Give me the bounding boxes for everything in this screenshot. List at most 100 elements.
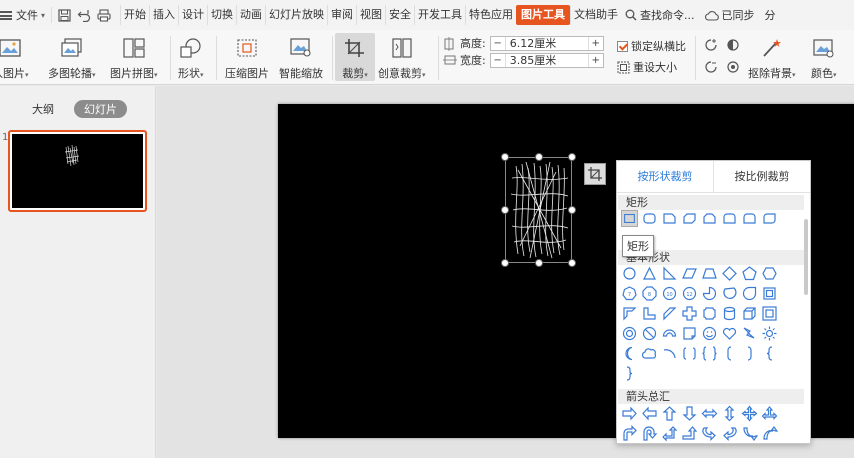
half-frame-shape-icon[interactable] [621, 305, 638, 322]
curved-up-arrow-shape-icon[interactable] [741, 425, 758, 442]
tab-features[interactable]: 特色应用 [465, 5, 516, 25]
cloud-shape-icon[interactable] [641, 345, 658, 362]
reset-size-button[interactable]: 重设大小 [617, 59, 677, 75]
decagon-shape-icon[interactable]: 10 [661, 285, 678, 302]
snip-corner-rectangle-shape-icon[interactable] [661, 210, 678, 227]
multi-carousel-button[interactable]: 多图轮播▾ [48, 30, 96, 81]
moon-shape-icon[interactable] [621, 345, 638, 362]
right-brace-shape-icon[interactable] [621, 365, 638, 382]
height-decrement-button[interactable]: − [491, 38, 505, 49]
smiley-face-shape-icon[interactable] [701, 325, 718, 342]
lock-ratio-checkbox[interactable]: 锁定纵横比 [617, 38, 686, 54]
left-right-up-arrow-shape-icon[interactable] [761, 405, 778, 422]
snip-diagonal-rectangle-shape-icon[interactable] [681, 210, 698, 227]
width-input[interactable]: 3.85厘米 [504, 53, 589, 67]
plaque-shape-icon[interactable] [701, 305, 718, 322]
resize-handle-top-left[interactable] [501, 153, 509, 161]
height-increment-button[interactable]: + [589, 38, 603, 49]
crop-button[interactable]: 裁剪▾ [335, 33, 375, 81]
left-brace-shape-icon[interactable] [761, 345, 778, 362]
tab-slides[interactable]: 幻灯片 [74, 100, 127, 118]
selected-picture[interactable] [501, 153, 576, 267]
rectangle-shape-icon[interactable] [621, 210, 638, 227]
right-bracket-shape-icon[interactable] [741, 345, 758, 362]
right-arrow-shape-icon[interactable] [621, 405, 638, 422]
tab-review[interactable]: 审阅 [327, 5, 356, 25]
contrast-up-icon[interactable] [726, 38, 740, 52]
sync-status[interactable]: 已同步 [704, 7, 755, 23]
rounded-rectangle-shape-icon[interactable] [641, 210, 658, 227]
up-down-arrow-shape-icon[interactable] [721, 405, 738, 422]
tab-developer[interactable]: 开发工具 [414, 5, 465, 25]
triangle-shape-icon[interactable] [641, 265, 658, 282]
color-button[interactable]: 颜色▾ [811, 30, 837, 81]
resize-handle-top-right[interactable] [568, 153, 576, 161]
lightning-bolt-shape-icon[interactable] [741, 325, 758, 342]
can-shape-icon[interactable] [721, 305, 738, 322]
chord-shape-icon[interactable] [721, 285, 738, 302]
teardrop-shape-icon[interactable] [741, 285, 758, 302]
no-symbol-shape-icon[interactable] [641, 325, 658, 342]
print-icon[interactable] [96, 7, 112, 23]
tab-picture-tools[interactable]: 图片工具 [516, 5, 571, 25]
curved-right-arrow-shape-icon[interactable] [701, 425, 718, 442]
diamond-shape-icon[interactable] [721, 265, 738, 282]
remove-background-button[interactable]: 抠除背景▾ [748, 30, 796, 81]
round-same-side-rectangle-shape-icon[interactable] [741, 210, 758, 227]
save-icon[interactable] [56, 7, 72, 23]
round-snip-rectangle-shape-icon[interactable] [721, 210, 738, 227]
bevel-shape-icon[interactable] [761, 305, 778, 322]
undo-icon[interactable] [76, 7, 92, 23]
right-triangle-shape-icon[interactable] [661, 265, 678, 282]
left-up-arrow-shape-icon[interactable] [661, 425, 678, 442]
tab-home[interactable]: 开始 [120, 5, 149, 25]
dodecagon-shape-icon[interactable]: 12 [681, 285, 698, 302]
resize-handle-bottom[interactable] [535, 259, 543, 267]
round-diagonal-rectangle-shape-icon[interactable] [761, 210, 778, 227]
donut-shape-icon[interactable] [621, 325, 638, 342]
command-search[interactable]: 查找命令... [625, 7, 695, 23]
heptagon-shape-icon[interactable]: 7 [621, 285, 638, 302]
snip-same-side-rectangle-shape-icon[interactable] [701, 210, 718, 227]
compress-picture-button[interactable]: 压缩图片 [225, 30, 269, 81]
pie-shape-icon[interactable] [701, 285, 718, 302]
resize-handle-top[interactable] [535, 153, 543, 161]
width-stepper[interactable]: − 3.85厘米 + [489, 52, 604, 68]
sun-shape-icon[interactable] [761, 325, 778, 342]
tab-transitions[interactable]: 切换 [207, 5, 236, 25]
u-turn-arrow-shape-icon[interactable] [641, 425, 658, 442]
cross-shape-icon[interactable] [681, 305, 698, 322]
pentagon-shape-icon[interactable] [741, 265, 758, 282]
curved-left-arrow-shape-icon[interactable] [721, 425, 738, 442]
tab-design[interactable]: 设计 [178, 5, 207, 25]
file-menu[interactable]: 文件 ▾ [0, 0, 51, 30]
diagonal-stripe-shape-icon[interactable] [661, 305, 678, 322]
picture-collage-button[interactable]: 图片拼图▾ [110, 30, 158, 81]
tab-crop-by-ratio[interactable]: 按比例裁剪 [713, 161, 810, 192]
arc-shape-icon[interactable] [661, 345, 678, 362]
share-button[interactable]: 分 [765, 7, 776, 23]
slide-thumbnail[interactable] [8, 130, 147, 212]
double-brace-shape-icon[interactable] [701, 345, 718, 362]
shape-button[interactable]: 形状▾ [178, 30, 204, 81]
smart-zoom-button[interactable]: 智能缩放 [279, 30, 323, 81]
block-arc-shape-icon[interactable] [661, 325, 678, 342]
floating-crop-button[interactable] [584, 163, 606, 185]
height-input[interactable]: 6.12厘米 [504, 36, 589, 50]
left-arrow-shape-icon[interactable] [641, 405, 658, 422]
curved-down-arrow-shape-icon[interactable] [761, 425, 778, 442]
l-shape-icon[interactable] [641, 305, 658, 322]
crop-panel-scrollbar[interactable] [804, 219, 808, 295]
frame-shape-icon[interactable] [761, 285, 778, 302]
brightness-up-icon[interactable] [704, 38, 718, 52]
cube-shape-icon[interactable] [741, 305, 758, 322]
up-arrow-shape-icon[interactable] [661, 405, 678, 422]
width-decrement-button[interactable]: − [491, 55, 505, 66]
creative-crop-button[interactable]: 创意裁剪▾ [378, 30, 426, 81]
tab-animations[interactable]: 动画 [236, 5, 265, 25]
brightness-down-icon[interactable] [704, 60, 718, 74]
octagon-shape-icon[interactable]: 8 [641, 285, 658, 302]
tab-doc-assistant[interactable]: 文档助手 [570, 5, 621, 25]
trapezoid-shape-icon[interactable] [701, 265, 718, 282]
left-bracket-shape-icon[interactable] [721, 345, 738, 362]
